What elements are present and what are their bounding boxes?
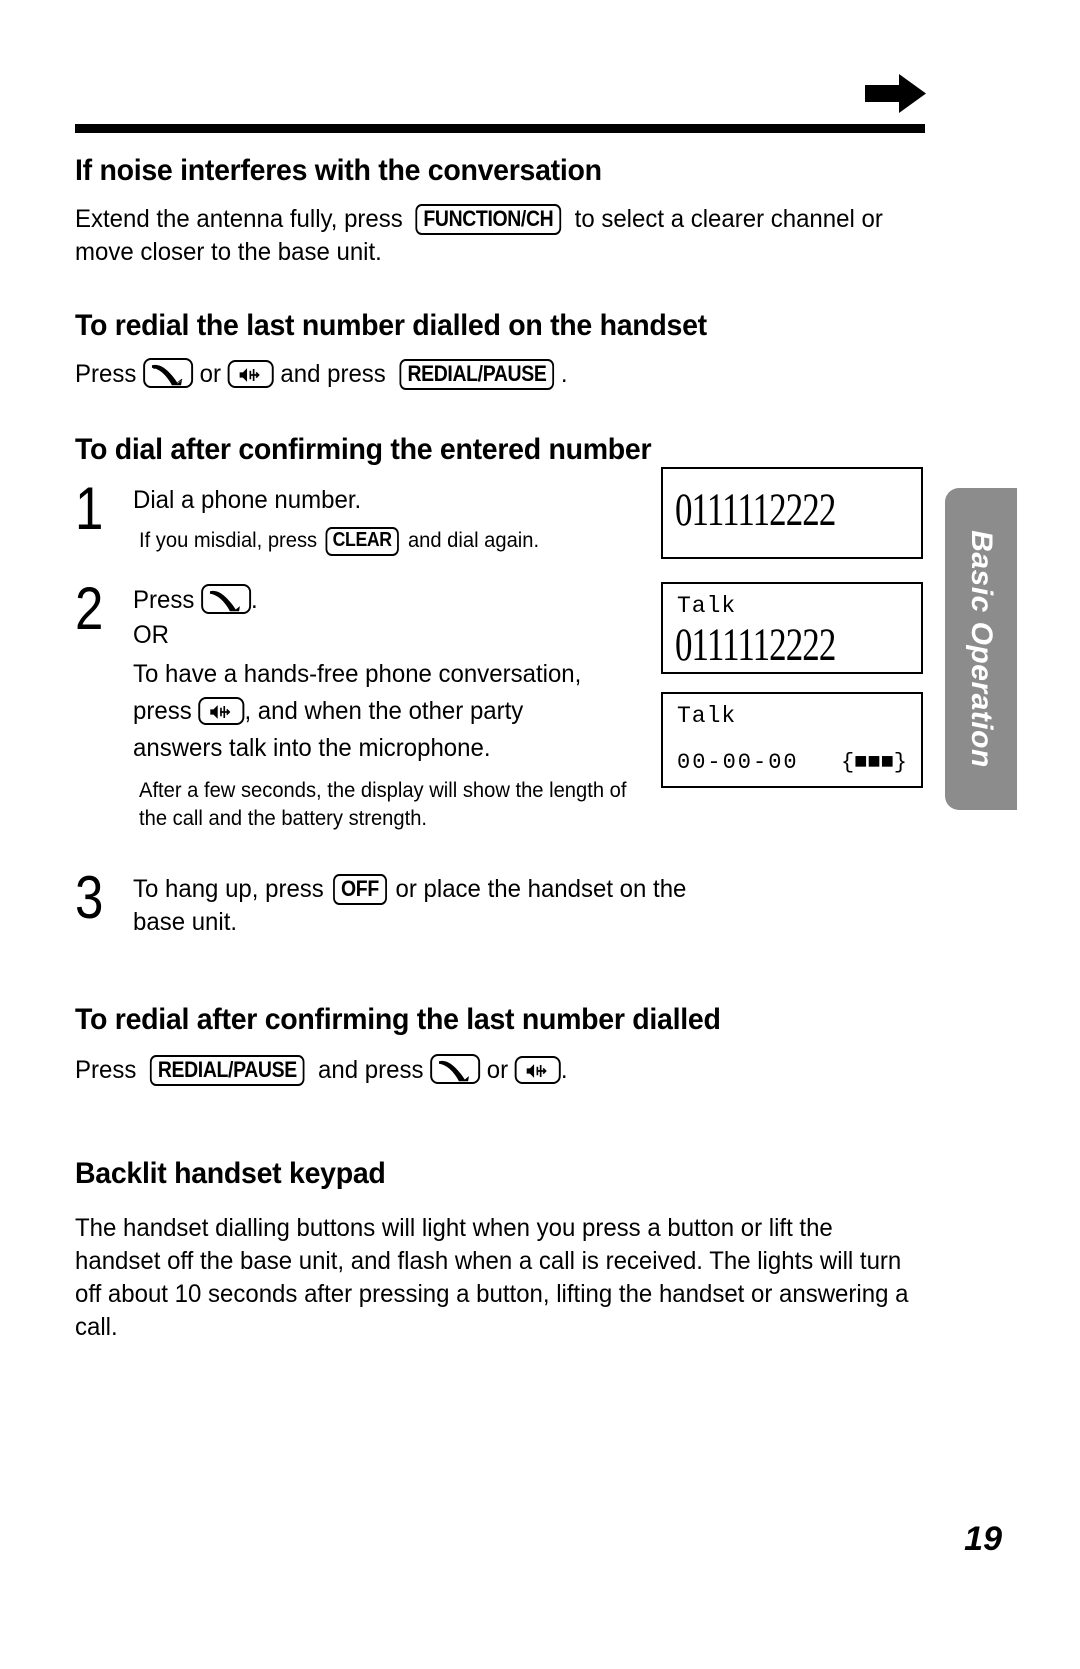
or-label-2: or: [486, 1056, 509, 1085]
handset-icon-key[interactable]: [143, 358, 193, 388]
step-3-text: To hang up, press OFF or place the hands…: [133, 873, 728, 939]
heading-backlit-keypad: Backlit handset keypad: [75, 1157, 386, 1191]
step-2-press-line: Press .: [133, 583, 657, 617]
key-off[interactable]: OFF: [332, 874, 387, 906]
step-2: 2 Press . OR To have a hands-free phone …: [75, 574, 635, 834]
step-1-line1: Dial a phone number.: [133, 486, 362, 514]
step-3-number: 3: [75, 864, 104, 932]
period-2: .: [560, 1056, 568, 1085]
header-divider: [75, 124, 925, 133]
manual-page: Basic Operation 0111112222 Talk 01111122…: [0, 0, 1080, 1669]
and-press-label-2: and press: [318, 1056, 424, 1085]
paragraph-noise: Extend the antenna fully, press FUNCTION…: [75, 203, 929, 269]
heading-dial-confirm: To dial after confirming the entered num…: [75, 433, 652, 466]
step-2-or-label: OR: [133, 620, 169, 649]
period-1: .: [560, 360, 568, 388]
step-2-note: After a few seconds, the display will sh…: [139, 778, 627, 830]
press-label-2: Press: [75, 1056, 137, 1085]
right-arrow-icon: [865, 72, 927, 116]
step-1-number: 1: [75, 475, 104, 542]
or-label-1: or: [199, 360, 221, 388]
step-1-note: If you misdial, press CLEAR and dial aga…: [139, 527, 615, 556]
page-number: 19: [964, 1520, 1002, 1558]
noise-text-before: Extend the antenna fully, press: [75, 205, 403, 233]
key-function-ch[interactable]: FUNCTION/CH: [415, 204, 562, 235]
step-1-note-after: and dial again.: [407, 529, 540, 552]
handset-icon-key-3[interactable]: [430, 1054, 481, 1085]
step-1: 1 Dial a phone number. If you misdial, p…: [75, 475, 635, 556]
step-2-press-period: .: [250, 585, 258, 614]
speaker-icon-key[interactable]: [227, 360, 274, 388]
speaker-icon-key-3[interactable]: [514, 1056, 561, 1085]
handset-icon-key-2[interactable]: [201, 583, 251, 614]
key-redial-pause-2[interactable]: REDIAL/PAUSE: [149, 1055, 305, 1087]
step-2-press2-after: , and when the other party: [244, 696, 524, 725]
step-2-press2-line: press , and when the other party: [133, 695, 657, 728]
key-clear[interactable]: CLEAR: [325, 527, 400, 556]
paragraph-redial-confirm: Press REDIAL/PAUSE and press or .: [75, 1054, 901, 1087]
press-label: Press: [75, 360, 137, 388]
and-press-label-1: and press: [280, 360, 386, 388]
step-1-note-before: If you misdial, press: [139, 529, 318, 552]
step-2-handsfree-line: To have a hands-free phone conversation,: [133, 659, 582, 688]
step-3: 3 To hang up, press OFF or place the han…: [75, 864, 735, 939]
side-tab-label: Basic Operation: [965, 530, 998, 768]
step-2-press-label: Press: [133, 585, 195, 614]
step-3-text-before: To hang up, press: [133, 875, 324, 904]
step-2-number: 2: [75, 574, 104, 642]
speaker-icon-key-2[interactable]: [198, 696, 245, 725]
paragraph-redial-handset: Press or and press REDIAL/PAUSE.: [75, 358, 901, 391]
heading-redial-confirm: To redial after confirming the last numb…: [75, 1003, 721, 1037]
step-2-answers-line: answers talk into the microphone.: [133, 733, 491, 762]
page-content: If noise interferes with the conversatio…: [75, 150, 935, 1344]
step-2-press2-label: press: [133, 696, 192, 725]
side-tab-basic-operation: Basic Operation: [945, 488, 1017, 810]
key-redial-pause-1[interactable]: REDIAL/PAUSE: [399, 359, 555, 390]
paragraph-backlit: The handset dialling buttons will light …: [75, 1214, 909, 1342]
heading-noise-interferes: If noise interferes with the conversatio…: [75, 154, 602, 187]
heading-redial-handset: To redial the last number dialled on the…: [75, 309, 707, 342]
